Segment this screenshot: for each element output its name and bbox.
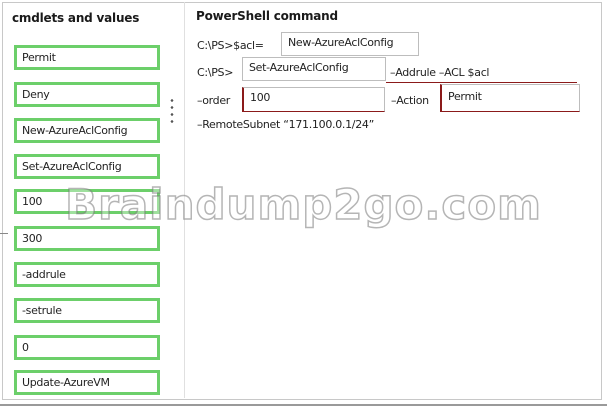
cmdlets-panel: cmdlets and values Permit Deny New-Azure…: [2, 2, 168, 398]
prompt-ps: C:\PS>: [197, 66, 234, 79]
answer-slot-4[interactable]: Permit: [440, 84, 580, 112]
option-addrule[interactable]: -addrule: [14, 262, 160, 287]
remote-subnet-text: –RemoteSubnet “171.100.0.1/24”: [197, 118, 375, 131]
line2-underline: [386, 82, 577, 83]
option-new-azureaclconfig[interactable]: New-AzureAclConfig: [14, 118, 160, 143]
order-label: –order: [197, 94, 231, 107]
left-edge-tick: [0, 233, 8, 234]
option-set-azureaclconfig[interactable]: Set-AzureAclConfig: [14, 154, 160, 179]
action-label: –Action: [391, 94, 429, 107]
option-deny[interactable]: Deny: [14, 82, 160, 107]
cmdlets-panel-title: cmdlets and values: [12, 11, 140, 25]
addrule-acl-text: –Addrule –ACL $acl: [390, 66, 490, 79]
pane-resize-handle[interactable]: [170, 97, 174, 127]
panel-divider: [184, 2, 185, 398]
option-update-azurevm[interactable]: Update-AzureVM: [14, 370, 160, 395]
option-300[interactable]: 300: [14, 226, 160, 251]
bottom-rule: [0, 404, 607, 406]
answer-slot-1[interactable]: New-AzureAclConfig: [281, 32, 419, 56]
answer-slot-2[interactable]: Set-AzureAclConfig: [242, 57, 386, 81]
answer-slot-3[interactable]: 100: [242, 87, 385, 112]
prompt-acl: C:\PS>$acl=: [197, 39, 264, 52]
command-panel-title: PowerShell command: [196, 9, 338, 23]
option-setrule[interactable]: -setrule: [14, 298, 160, 323]
option-100[interactable]: 100: [14, 189, 160, 214]
option-0[interactable]: 0: [14, 335, 160, 360]
option-permit[interactable]: Permit: [14, 45, 160, 70]
